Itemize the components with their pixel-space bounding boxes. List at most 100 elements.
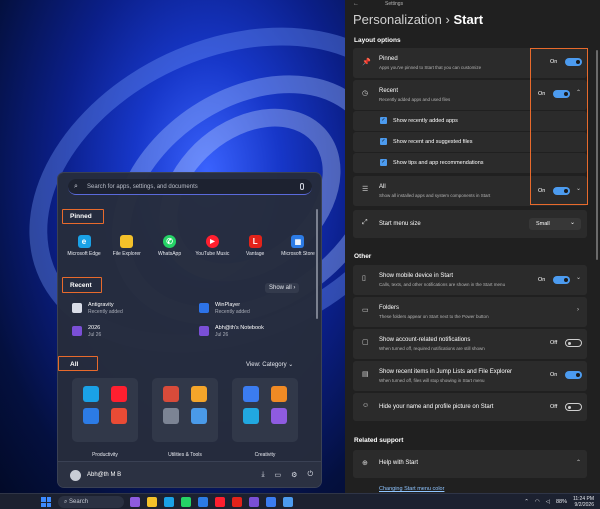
volume-icon[interactable]: ◁ — [546, 499, 550, 505]
related-support-heading: Related support — [354, 437, 404, 444]
toggle-state: On — [538, 277, 546, 283]
setting-desc: Calls, texts, and other notifications ar… — [379, 282, 506, 287]
taskbar-apps — [130, 497, 293, 507]
toggle-state: On — [550, 372, 558, 378]
search-icon: ⌕ — [74, 182, 78, 190]
vlc-icon — [271, 386, 287, 402]
setting-title: Show account-related notifications — [379, 337, 471, 343]
folder-icon[interactable] — [147, 497, 157, 507]
setting-title: Folders — [379, 305, 400, 311]
power-icon[interactable]: ⏻ — [307, 471, 313, 479]
menu-size-dropdown[interactable]: Small — [529, 217, 581, 230]
youtube-icon[interactable] — [215, 497, 225, 507]
footer-icons: ⤓ ▭ ⚙ ⏻ — [261, 471, 313, 479]
edge-icon: e — [77, 235, 91, 248]
category-folder-productivity[interactable] — [72, 378, 138, 442]
user-name[interactable]: Abh@th M B — [87, 472, 121, 478]
microphone-icon[interactable] — [300, 183, 304, 190]
onenote-icon[interactable] — [249, 497, 259, 507]
setting-title: All — [379, 184, 386, 190]
taskbar: ⌕ Search ⌃ ◠ ◁ 88% 11:24 PM 9/2/2026 — [0, 493, 600, 509]
category-folder-creativity[interactable] — [232, 378, 298, 442]
recent-item[interactable]: Abh@th's Notebook Jul 26 — [199, 325, 264, 338]
youtube-music-icon: ▶ — [205, 235, 219, 248]
recent-item[interactable]: 2026 Jul 26 — [72, 325, 101, 338]
checkbox-checked-icon[interactable]: ✓ — [380, 138, 387, 145]
pinned-app-whatsapp[interactable]: ✆ WhatsApp — [150, 235, 190, 257]
recent-item[interactable]: Antigravity Recently added — [72, 302, 123, 315]
list-icon: ☰ — [362, 186, 369, 193]
view-category-dropdown[interactable]: View: Category ⌄ — [246, 361, 293, 368]
breadcrumb-parent[interactable]: Personalization — [353, 12, 442, 27]
battery-percent[interactable]: 88% — [556, 499, 567, 505]
settings-window: ← Settings Personalization › Start Layou… — [345, 0, 600, 493]
breadcrumb-separator: › — [445, 12, 450, 27]
hide-name-toggle[interactable] — [565, 403, 582, 411]
onenote-icon — [72, 326, 82, 336]
setting-start-menu-size[interactable]: ⤢ Start menu size Small — [353, 210, 587, 238]
vantage-icon[interactable] — [232, 497, 242, 507]
folder-label: Creativity — [254, 452, 276, 458]
clock[interactable]: 11:24 PM 9/2/2026 — [573, 496, 594, 508]
start-search-box[interactable]: ⌕ Search for apps, settings, and documen… — [68, 179, 312, 195]
whatsapp-icon[interactable] — [181, 497, 191, 507]
edge-icon[interactable] — [164, 497, 174, 507]
app-label: File Explorer — [112, 251, 141, 257]
store-icon: ▦ — [291, 235, 305, 248]
setting-jump-lists[interactable]: ▤ Show recent items in Jump Lists and Fi… — [353, 361, 587, 391]
category-folder-utilities[interactable] — [152, 378, 218, 442]
setting-account-notifications[interactable]: ▢ Show account-related notifications Whe… — [353, 329, 587, 359]
chevron-right-icon[interactable]: › — [577, 307, 579, 313]
gear-icon[interactable]: ⚙ — [291, 471, 297, 479]
pinned-app-vantage[interactable]: L Vantage — [235, 235, 275, 257]
back-arrow-icon[interactable]: ← — [353, 0, 359, 8]
show-all-button[interactable]: Show all › — [265, 283, 300, 293]
setting-mobile-device[interactable]: ▯ Show mobile device in Start Calls, tex… — [353, 265, 587, 295]
jump-lists-toggle[interactable] — [565, 371, 582, 379]
app-icon[interactable] — [130, 497, 140, 507]
settings-icon[interactable] — [283, 497, 293, 507]
app-icon — [191, 408, 207, 424]
file-explorer-icon[interactable]: ▭ — [275, 471, 282, 479]
chevron-up-icon[interactable]: ⌃ — [576, 459, 581, 466]
app-icon — [83, 408, 99, 424]
pinned-app-edge[interactable]: e Microsoft Edge — [64, 235, 104, 257]
pinned-app-file-explorer[interactable]: File Explorer — [107, 235, 147, 257]
setting-folders[interactable]: ▭ Folders These folders appear on Start … — [353, 297, 587, 327]
setting-desc: Apps you've pinned to Start that you can… — [379, 65, 482, 70]
pinned-apps-row: e Microsoft Edge File Explorer ✆ WhatsAp… — [64, 235, 318, 257]
pinned-app-youtube-music[interactable]: ▶ YouTube Music — [192, 235, 232, 257]
setting-hide-name[interactable]: ☺ Hide your name and profile picture on … — [353, 393, 587, 421]
layout-options-heading: Layout options — [354, 37, 401, 44]
toggle-state: Off — [550, 340, 558, 346]
system-tray: ⌃ ◠ ◁ 88% 11:24 PM 9/2/2026 — [524, 496, 594, 508]
chevron-down-icon[interactable]: ⌄ — [576, 274, 581, 281]
pinned-app-microsoft-store[interactable]: ▦ Microsoft Store — [278, 235, 318, 257]
avatar[interactable] — [70, 470, 81, 481]
windows-start-icon[interactable] — [41, 497, 51, 507]
toggle-state: Off — [550, 404, 558, 410]
app-icon — [111, 408, 127, 424]
help-link[interactable]: Changing Start menu color — [379, 486, 444, 492]
checkbox-checked-icon[interactable]: ✓ — [380, 159, 387, 166]
account-notifications-toggle[interactable] — [565, 339, 582, 347]
store-icon[interactable] — [198, 497, 208, 507]
other-heading: Other — [354, 253, 372, 260]
app-icon[interactable] — [266, 497, 276, 507]
desktop-wallpaper: ⌕ Search for apps, settings, and documen… — [0, 0, 345, 493]
recent-item[interactable]: WinPlayer Recently added — [199, 302, 250, 315]
start-menu-scrollbar[interactable] — [316, 209, 318, 319]
chevron-up-icon[interactable]: ⌃ — [524, 499, 529, 505]
checkbox-checked-icon[interactable]: ✓ — [380, 117, 387, 124]
help-with-start[interactable]: ⊕ Help with Start ⌃ — [353, 450, 587, 478]
downloads-icon[interactable]: ⤓ — [261, 471, 264, 479]
setting-title: Show recent items in Jump Lists and File… — [379, 369, 513, 375]
mobile-toggle[interactable] — [553, 276, 570, 284]
taskbar-search[interactable]: ⌕ Search — [58, 496, 124, 508]
wifi-icon[interactable]: ◠ — [535, 499, 540, 505]
youtube-icon — [111, 386, 127, 402]
person-icon: ☺ — [362, 402, 370, 409]
settings-scrollbar[interactable] — [596, 50, 598, 260]
recent-item-title: 2026 — [88, 325, 101, 331]
all-heading: All — [70, 361, 79, 368]
